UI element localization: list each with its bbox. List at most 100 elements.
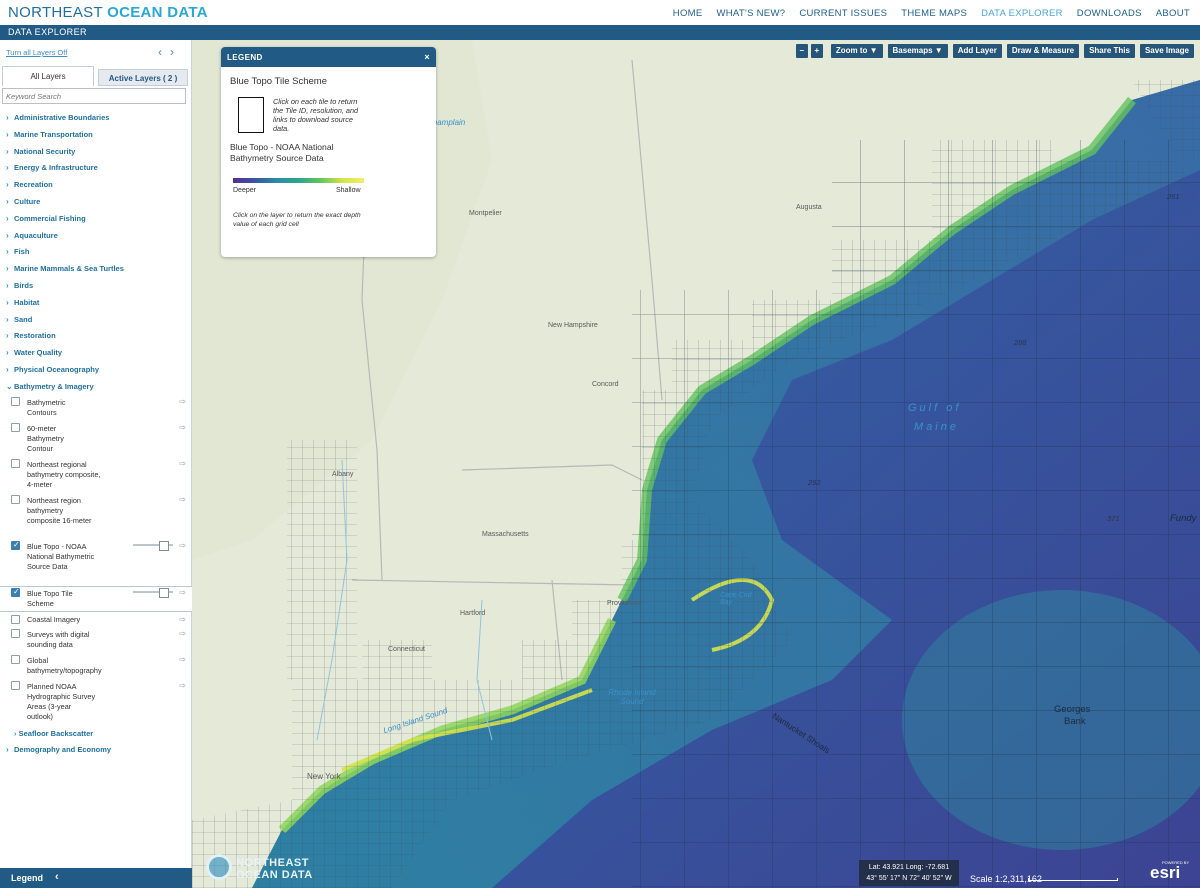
nav-whats-new[interactable]: WHAT'S NEW? [717,8,786,19]
layer-checkbox[interactable] [11,396,20,406]
basemaps-button[interactable]: Basemaps ▼ [887,44,948,58]
add-layer-button[interactable]: Add Layer [952,44,1002,58]
draw-measure-button[interactable]: Draw & Measure [1006,44,1080,58]
main-nav: HOME WHAT'S NEW? CURRENT ISSUES THEME MA… [659,8,1190,19]
nav-current-issues[interactable]: CURRENT ISSUES [799,8,887,19]
label-bank: Bank [1064,716,1086,727]
category-item[interactable]: › Birds [0,278,192,295]
layer-checkbox[interactable] [11,494,20,504]
nav-home[interactable]: HOME [673,8,703,19]
label-hartford: Hartford [460,610,486,617]
sidebar-arrows: ‹› [158,45,182,59]
layer-info-icon[interactable]: ⇨ [179,629,186,639]
category-item[interactable]: › Culture [0,194,192,211]
category-item[interactable]: › Commercial Fishing [0,211,192,228]
keyword-search-input[interactable] [2,88,186,104]
chevron-left-icon[interactable]: ‹ [158,45,170,59]
nav-theme-maps[interactable]: THEME MAPS [901,8,967,19]
legend-toggle-bar[interactable]: Legend ‹ [0,868,192,888]
layer-info-icon[interactable]: ⇨ [179,588,186,598]
share-button[interactable]: Share This [1084,44,1135,58]
layer-checkbox[interactable] [11,654,20,664]
category-label: National Security [14,146,76,156]
category-item[interactable]: › Energy & Infrastructure [0,160,192,177]
nav-about[interactable]: ABOUT [1156,8,1190,19]
coordinate-decimal: Lat: 43.921 Long: -72.681 [868,864,950,871]
category-item[interactable]: › Recreation [0,177,192,194]
opacity-slider[interactable] [133,587,173,598]
opacity-slider[interactable] [133,540,173,551]
category-item[interactable]: › Demography and Economy [0,742,192,759]
label-fundy: Fundy [1170,513,1197,524]
category-item[interactable]: › Marine Mammals & Sea Turtles [0,261,192,278]
layer-item[interactable]: Northeast region bathymetry composite 16… [0,494,192,540]
category-item[interactable]: › Administrative Boundaries [0,110,192,127]
layer-item[interactable]: Northeast regional bathymetry composite,… [0,458,192,494]
category-item[interactable]: › Fish [0,244,192,261]
layer-info-icon[interactable]: ⇨ [179,495,186,505]
label-rhode-island-sound: Rhode Island Sound [608,688,656,706]
turn-all-layers-off-link[interactable]: Turn all Layers Off [6,48,67,57]
category-label: Recreation [14,180,53,190]
nav-downloads[interactable]: DOWNLOADS [1077,8,1142,19]
layer-info-icon[interactable]: ⇨ [179,615,186,625]
layer-checkbox-checked[interactable] [11,540,20,550]
category-item[interactable]: › Habitat [0,295,192,312]
tab-active-layers[interactable]: Active Layers ( 2 ) [98,69,188,86]
legend-toggle-label: Legend [11,873,44,883]
chevron-right-icon: › [6,314,9,324]
tab-all-layers[interactable]: All Layers [2,66,94,86]
close-icon[interactable]: × [424,52,430,62]
layer-item-tile-scheme[interactable]: Blue Topo Tile Scheme ⇨ [0,585,192,612]
layer-item[interactable]: Planned NOAA Hydrographic Survey Areas (… [0,680,192,726]
map-canvas[interactable]: Champlain Montpelier Augusta New Hampshi… [192,40,1200,888]
category-item[interactable]: › National Security [0,144,192,161]
layer-checkbox-checked[interactable] [11,587,20,597]
layer-checkbox[interactable] [11,628,20,638]
label-concord: Concord [592,381,619,388]
layer-info-icon[interactable]: ⇨ [179,459,186,469]
label-gulf-of: Gulf of [908,402,962,414]
layer-info-icon[interactable]: ⇨ [179,423,186,433]
site-logo[interactable]: NORTHEAST OCEAN DATA [8,4,208,21]
nav-data-explorer[interactable]: DATA EXPLORER [981,8,1063,19]
chevron-right-icon[interactable]: › [170,45,182,59]
category-label: Birds [14,280,34,290]
layer-item[interactable]: Surveys with digital sounding data ⇨ [0,628,192,654]
subcategory-seafloor-backscatter[interactable]: › Seafloor Backscatter [0,726,192,742]
category-item[interactable]: › Sand [0,312,192,329]
legend-header[interactable]: LEGEND × [221,47,436,67]
layer-checkbox[interactable] [11,680,20,690]
layer-info-icon[interactable]: ⇨ [179,681,186,691]
category-item[interactable]: › Restoration [0,328,192,345]
layer-item-blue-topo[interactable]: Blue Topo - NOAA National Bathymetric So… [0,540,192,586]
layer-info-icon[interactable]: ⇨ [179,397,186,407]
save-image-button[interactable]: Save Image [1139,44,1194,58]
category-item[interactable]: › Water Quality [0,345,192,362]
layer-info-icon[interactable]: ⇨ [179,541,186,551]
category-label: Sand [14,314,33,324]
zoom-in-button[interactable]: + [810,44,823,58]
layer-item[interactable]: 60-meter Bathymetry Contour ⇨ [0,422,192,458]
layer-checkbox[interactable] [11,458,20,468]
zoom-to-button[interactable]: Zoom to ▼ [830,44,883,58]
category-item-bathymetry[interactable]: ⌄Bathymetry & Imagery [0,379,192,396]
layer-checkbox[interactable] [11,614,20,624]
label-depth-288: 288 [1014,338,1027,347]
category-item[interactable]: › Physical Oceanography [0,362,192,379]
zoom-out-button[interactable]: – [795,44,808,58]
label-depth-292: 292 [808,478,821,487]
category-item[interactable]: › Aquaculture [0,228,192,245]
layer-item[interactable]: Coastal Imagery ⇨ [0,612,192,628]
chevron-right-icon: › [6,113,9,122]
top-bar: NORTHEAST OCEAN DATA HOME WHAT'S NEW? CU… [0,0,1200,25]
layer-checkbox[interactable] [11,422,20,432]
chevron-right-icon: › [6,264,9,274]
chevron-right-icon: › [6,348,9,358]
layer-item[interactable]: Global bathymetry/topography ⇨ [0,654,192,680]
layer-info-icon[interactable]: ⇨ [179,655,186,665]
layer-item[interactable]: Bathymetric Contours ⇨ [0,396,192,422]
label-connecticut: Connecticut [388,646,425,653]
category-item[interactable]: › Marine Transportation [0,127,192,144]
label-georges: Georges [1054,704,1091,715]
